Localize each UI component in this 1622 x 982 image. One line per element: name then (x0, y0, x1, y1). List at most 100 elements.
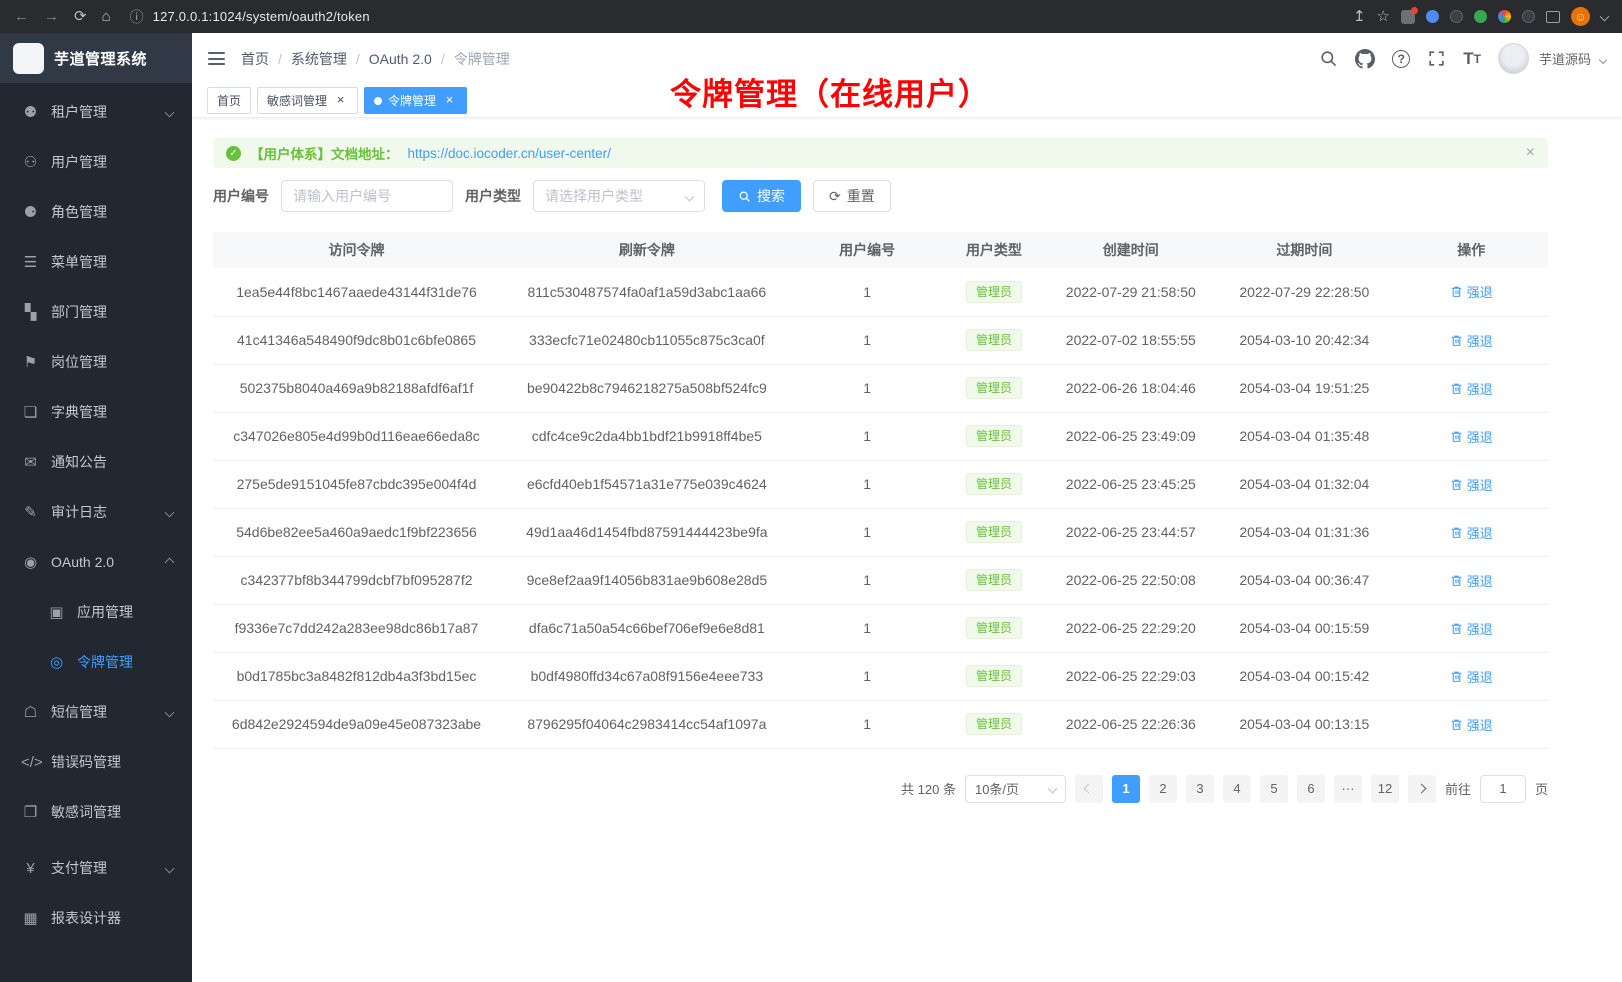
sidebar-menu: ⚉租户管理⚇用户管理⚈角色管理☰菜单管理▚部门管理⚑岗位管理❏字典管理✉通知公告… (0, 83, 192, 982)
back-button[interactable]: ← (14, 9, 29, 24)
force-logout-button[interactable]: 强退 (1450, 379, 1493, 398)
page-button[interactable]: 5 (1260, 775, 1288, 803)
chevron-down-icon (165, 707, 175, 717)
force-logout-button[interactable]: 强退 (1450, 619, 1493, 638)
sidebar-item-user[interactable]: ⚇用户管理 (0, 137, 192, 187)
breadcrumb-item[interactable]: 首页 (241, 49, 269, 69)
site-info-icon[interactable]: ⓘ (130, 10, 144, 24)
page-button[interactable]: 4 (1223, 775, 1251, 803)
extension-color-icon[interactable] (1498, 10, 1511, 23)
page-button[interactable]: 6 (1297, 775, 1325, 803)
home-button[interactable]: ⌂ (102, 9, 111, 24)
force-logout-button[interactable]: 强退 (1450, 715, 1493, 734)
page-size-select[interactable]: 10条/页 (965, 775, 1066, 803)
search-button[interactable]: 搜索 (722, 180, 801, 212)
goto-page-input[interactable] (1480, 775, 1526, 803)
refresh-token-cell: e6cfd40eb1f54571a31e775e039c4624 (500, 460, 794, 508)
force-logout-button[interactable]: 强退 (1450, 523, 1493, 542)
app-logo[interactable]: 芋道管理系统 (0, 33, 192, 83)
sidebar-item-audit-log[interactable]: ✎审计日志 (0, 487, 192, 537)
page-button[interactable]: 1 (1112, 775, 1140, 803)
sidebar-item-role[interactable]: ⚈角色管理 (0, 187, 192, 237)
sidebar-item-sms[interactable]: ☖短信管理 (0, 687, 192, 737)
force-logout-button[interactable]: 强退 (1450, 571, 1493, 590)
user-avatar[interactable] (1498, 43, 1529, 74)
user-type-cell: 管理员 (941, 700, 1048, 748)
force-logout-button[interactable]: 强退 (1450, 427, 1493, 446)
next-page-button[interactable] (1408, 775, 1436, 803)
sidebar-item-dict[interactable]: ❏字典管理 (0, 387, 192, 437)
breadcrumb-item[interactable]: 系统管理 (291, 49, 347, 69)
tag-item[interactable]: 敏感词管理× (257, 87, 358, 114)
table-row: 6d842e2924594de9a09e45e087323abe8796295f… (213, 700, 1548, 748)
filter-bar: 用户编号 用户类型 请选择用户类型 搜索 ⟳ 重置 (213, 180, 1548, 212)
force-logout-label: 强退 (1467, 523, 1493, 542)
alert-link[interactable]: https://doc.iocoder.cn/user-center/ (408, 146, 611, 161)
sidebar-item-label: 通知公告 (51, 452, 107, 472)
more-pages-button[interactable]: ··· (1334, 775, 1362, 803)
force-logout-button[interactable]: 强退 (1450, 667, 1493, 686)
sidebar-toggle-icon[interactable] (1546, 11, 1560, 23)
user-id-input[interactable] (281, 180, 453, 212)
extension-green-icon[interactable] (1474, 10, 1487, 23)
sidebar-item-report-designer[interactable]: ▦报表设计器 (0, 893, 192, 943)
bookmark-star-icon[interactable]: ☆ (1377, 9, 1390, 24)
sidebar-item-dept[interactable]: ▚部门管理 (0, 287, 192, 337)
github-icon[interactable] (1355, 49, 1375, 69)
browser-profile-avatar[interactable]: ☺ (1571, 7, 1590, 26)
address-bar[interactable]: ⓘ 127.0.0.1:1024/system/oauth2/token (130, 9, 1338, 24)
tag-close-icon[interactable]: × (333, 93, 348, 108)
alert-close-icon[interactable]: × (1526, 145, 1535, 161)
page-button[interactable]: 3 (1186, 775, 1214, 803)
forward-button[interactable]: → (44, 9, 59, 24)
help-icon[interactable]: ? (1392, 50, 1410, 68)
dictionary-icon: ❏ (21, 403, 40, 421)
extension-blue-icon[interactable] (1426, 10, 1439, 23)
app-frame: 芋道管理系统 ⚉租户管理⚇用户管理⚈角色管理☰菜单管理▚部门管理⚑岗位管理❏字典… (0, 33, 1622, 982)
force-logout-label: 强退 (1467, 331, 1493, 350)
user-type-select[interactable]: 请选择用户类型 (533, 180, 705, 212)
sidebar-item-pay[interactable]: ¥支付管理 (0, 843, 192, 893)
delete-icon (1450, 574, 1463, 587)
column-header: 刷新令牌 (500, 232, 794, 268)
reload-button[interactable]: ⟳ (74, 9, 87, 24)
sidebar-item-post[interactable]: ⚑岗位管理 (0, 337, 192, 387)
refresh-token-cell: 811c530487574fa0af1a59d3abc1aa66 (500, 268, 794, 316)
tag-item[interactable]: 首页 (207, 87, 251, 114)
page-button[interactable]: 2 (1149, 775, 1177, 803)
collapse-sidebar-button[interactable] (208, 52, 225, 65)
share-icon[interactable]: ↥ (1353, 9, 1366, 24)
sidebar-item-sensitive-word[interactable]: ❐敏感词管理 (0, 787, 192, 837)
user-menu-chevron-icon[interactable] (1599, 55, 1607, 63)
sidebar-item-notice[interactable]: ✉通知公告 (0, 437, 192, 487)
breadcrumb-item[interactable]: OAuth 2.0 (369, 51, 432, 67)
fullscreen-icon[interactable] (1427, 49, 1446, 68)
sidebar-item-app[interactable]: ▣应用管理 (0, 587, 192, 637)
role-icon: ⚈ (21, 203, 40, 221)
force-logout-button[interactable]: 强退 (1450, 282, 1493, 301)
extension-badged-icon[interactable] (1401, 10, 1415, 24)
sidebar-item-token[interactable]: ◎令牌管理 (0, 637, 192, 687)
access-token-cell: 275e5de9151045fe87cbdc395e004f4d (213, 460, 500, 508)
sidebar-item-menu[interactable]: ☰菜单管理 (0, 237, 192, 287)
extension-dark2-icon[interactable] (1522, 10, 1535, 23)
search-icon[interactable] (1319, 49, 1338, 68)
tag-close-icon[interactable]: × (442, 93, 457, 108)
sidebar-item-oauth2[interactable]: ◉OAuth 2.0 (0, 537, 192, 587)
font-size-icon[interactable]: TT (1463, 49, 1481, 69)
username[interactable]: 芋道源码 (1539, 49, 1591, 68)
prev-page-button[interactable] (1075, 775, 1103, 803)
reset-button[interactable]: ⟳ 重置 (813, 180, 891, 212)
force-logout-button[interactable]: 强退 (1450, 475, 1493, 494)
force-logout-button[interactable]: 强退 (1450, 331, 1493, 350)
sidebar-item-tenant[interactable]: ⚉租户管理 (0, 87, 192, 137)
tag-item[interactable]: 令牌管理× (364, 87, 467, 114)
action-cell: 强退 (1394, 700, 1548, 748)
access-token-cell: b0d1785bc3a8482f812db4a3f3bd15ec (213, 652, 500, 700)
sidebar-item-error-code[interactable]: </>错误码管理 (0, 737, 192, 787)
extension-dark-icon[interactable] (1450, 10, 1463, 23)
logo-image (13, 43, 44, 74)
browser-menu-chevron-icon[interactable] (1600, 12, 1610, 22)
alert-text: 【用户体系】文档地址： (250, 143, 399, 163)
page-button[interactable]: 12 (1371, 775, 1399, 803)
